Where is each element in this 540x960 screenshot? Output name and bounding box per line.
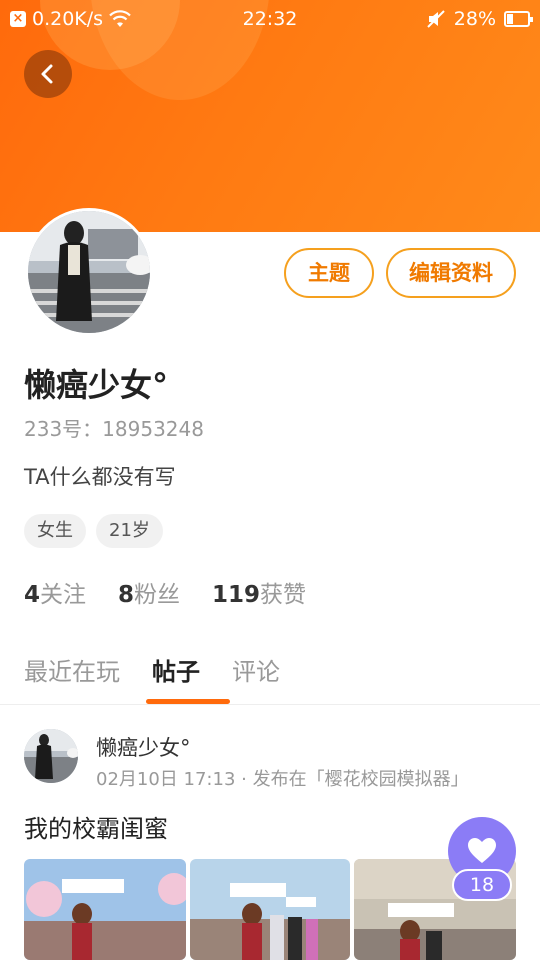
battery-fill xyxy=(507,14,513,24)
back-button[interactable] xyxy=(24,50,72,98)
fans-stat[interactable]: 8粉丝 xyxy=(118,575,180,609)
post-image-2 xyxy=(190,859,350,960)
post-author-avatar[interactable] xyxy=(24,729,78,783)
post-author-name[interactable]: 懒癌少女° xyxy=(96,732,191,762)
likes-label: 获赞 xyxy=(260,582,307,608)
bio: TA什么都没有写 xyxy=(24,465,176,489)
mute-icon xyxy=(427,10,445,28)
heart-icon xyxy=(468,838,496,863)
avatar-photo xyxy=(28,211,150,333)
following-stat[interactable]: 4关注 xyxy=(24,575,86,609)
profile-tabs: 最近在玩 帖子 评论 xyxy=(24,652,280,687)
following-count: 4 xyxy=(24,582,41,608)
likes-stat: 119获赞 xyxy=(212,575,306,609)
status-right: 28% xyxy=(426,8,533,30)
tab-posts[interactable]: 帖子 xyxy=(152,652,200,687)
fans-label: 粉丝 xyxy=(134,582,181,608)
post-avatar-photo xyxy=(24,729,78,783)
following-label: 关注 xyxy=(40,582,87,608)
edit-profile-button[interactable]: 编辑资料 xyxy=(386,248,516,298)
tabs-divider xyxy=(0,704,540,705)
gender-tag: 女生 xyxy=(24,514,86,548)
post-image[interactable] xyxy=(24,859,186,960)
status-bar: × 0.20K/s 22:32 28% xyxy=(0,0,540,40)
post-title[interactable]: 我的校霸闺蜜 xyxy=(24,809,168,844)
likes-count: 119 xyxy=(212,582,261,608)
avatar[interactable] xyxy=(25,208,153,336)
profile-stats: 4关注 8粉丝 119获赞 xyxy=(24,575,306,609)
user-id: 233号：18953248 xyxy=(24,417,204,441)
tab-comments[interactable]: 评论 xyxy=(232,652,280,687)
nickname: 懒癌少女° xyxy=(24,366,169,404)
post-image[interactable] xyxy=(190,859,350,960)
battery-icon xyxy=(504,11,533,27)
age-tag: 21岁 xyxy=(96,514,163,548)
tab-recent[interactable]: 最近在玩 xyxy=(24,652,120,687)
post-meta: 02月10日 17:13 · 发布在「樱花校园模拟器」 xyxy=(96,769,469,790)
fans-count: 8 xyxy=(118,582,135,608)
post-image-1 xyxy=(24,859,186,960)
back-arrow-icon xyxy=(41,64,53,84)
like-count: 18 xyxy=(452,869,512,901)
battery-percent: 28% xyxy=(453,8,496,30)
topic-button[interactable]: 主题 xyxy=(284,248,374,298)
